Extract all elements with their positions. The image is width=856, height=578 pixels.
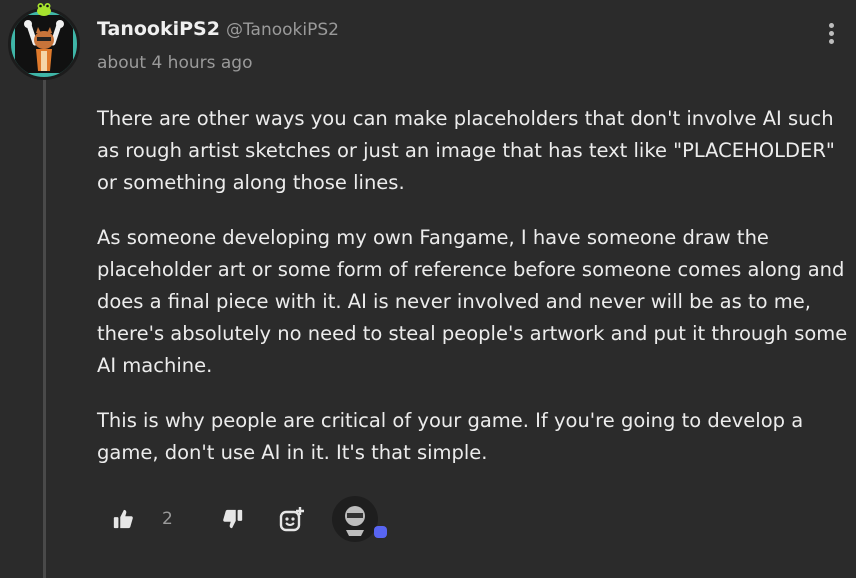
avatar-image <box>15 15 73 73</box>
more-options-button[interactable] <box>822 20 840 48</box>
avatar <box>8 8 80 80</box>
frog-badge-icon <box>37 3 51 16</box>
comment-body: There are other ways you can make placeh… <box>97 103 849 491</box>
thumbs-down-icon <box>223 509 242 529</box>
add-reaction-icon <box>279 507 304 532</box>
timestamp[interactable]: about 4 hours ago <box>97 53 252 73</box>
reaction-user-avatar[interactable] <box>331 496 387 542</box>
more-options-icon-dot <box>828 39 834 44</box>
comment-header: TanookiPS2 @TanookiPS2 <box>97 18 339 40</box>
like-count: 2 <box>162 509 173 529</box>
user-avatar[interactable] <box>8 3 80 80</box>
thread-line <box>43 78 46 578</box>
discord-badge-icon <box>373 526 387 538</box>
more-options-icon-dot <box>828 31 834 36</box>
like-button[interactable] <box>112 508 134 530</box>
thumbs-up-icon <box>113 509 133 529</box>
comment-paragraph: As someone developing my own Fangame, I … <box>97 225 848 378</box>
user-handle[interactable]: @TanookiPS2 <box>226 20 339 40</box>
comment-paragraph: This is why people are critical of your … <box>97 408 804 464</box>
comment-actions: 2 <box>112 496 387 542</box>
dislike-button[interactable] <box>222 508 244 530</box>
username[interactable]: TanookiPS2 <box>97 18 220 40</box>
more-options-icon <box>828 23 834 28</box>
comment-paragraph: There are other ways you can make placeh… <box>97 107 835 195</box>
reaction-avatar-image <box>331 496 378 542</box>
add-reaction-button[interactable] <box>279 506 305 532</box>
